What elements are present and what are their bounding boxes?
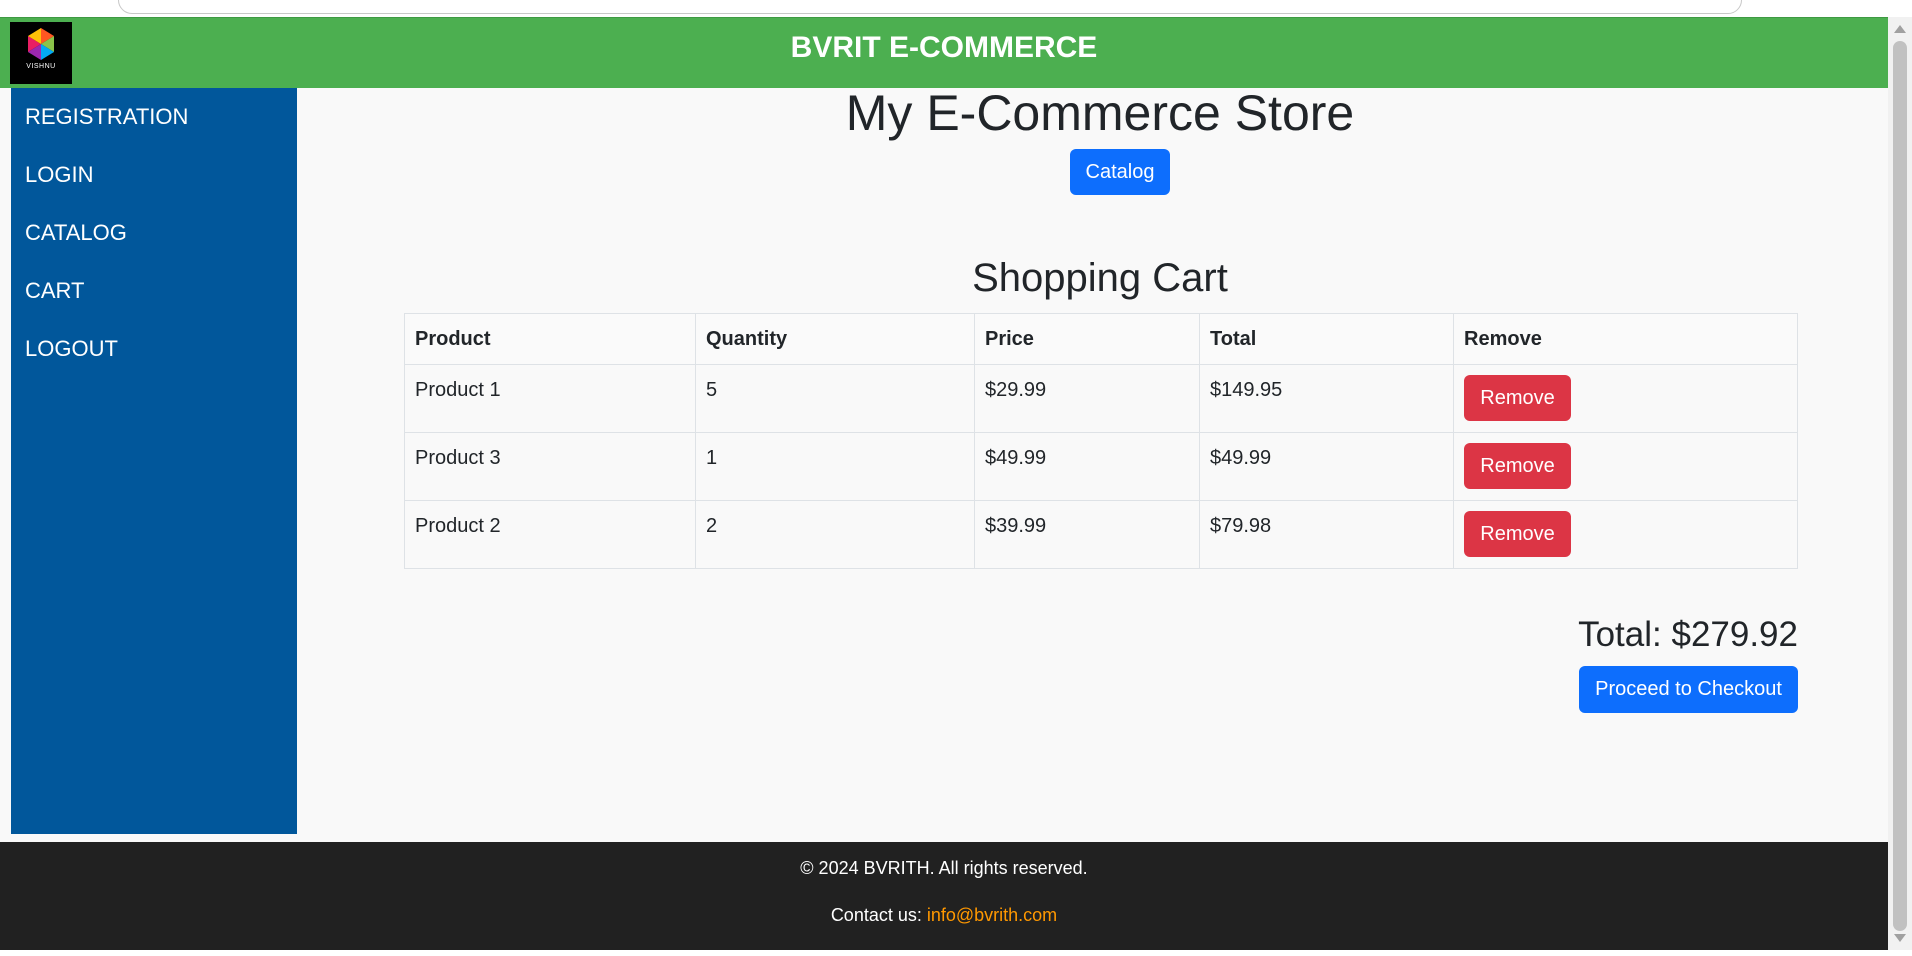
sidebar-item-cart[interactable]: CART [11,262,297,320]
remove-button[interactable]: Remove [1464,375,1571,421]
cell-quantity: 2 [695,500,975,569]
cell-product: Product 1 [404,364,696,433]
vertical-scrollbar[interactable] [1888,17,1912,950]
product-name: Product 1 [415,379,501,401]
site-header: VISHNU BVRIT E-COMMERCE [0,17,1888,88]
sidebar-item-catalog[interactable]: CATALOG [11,204,297,262]
cell-quantity: 5 [695,364,975,433]
cell-total: $49.99 [1199,432,1454,501]
cell-quantity: 1 [695,432,975,501]
quantity-value: 2 [706,515,718,537]
address-bar[interactable] [118,0,1742,14]
table-row: Product 2 2 $39.99 $79.98 Remove [404,500,1798,569]
line-total-value: $79.98 [1210,515,1272,537]
checkout-button[interactable]: Proceed to Checkout [1579,666,1798,713]
column-header-price: Price [974,313,1200,365]
cell-price: $29.99 [974,364,1200,433]
price-value: $49.99 [985,447,1047,469]
scrollbar-thumb[interactable] [1893,41,1907,931]
site-footer: © 2024 BVRITH. All rights reserved. Cont… [0,842,1888,950]
cell-product: Product 3 [404,432,696,501]
sidebar-item-login[interactable]: LOGIN [11,146,297,204]
cell-remove: Remove [1453,364,1798,433]
line-total-value: $49.99 [1210,447,1272,469]
table-header-row: Product Quantity Price Total Remove [404,313,1798,365]
contact-line: Contact us: info@bvrith.com [0,905,1888,926]
cell-total: $149.95 [1199,364,1454,433]
main-content: My E-Commerce Store Catalog Shopping Car… [300,85,1888,834]
table-row: Product 3 1 $49.99 $49.99 Remove [404,432,1798,501]
remove-button[interactable]: Remove [1464,443,1571,489]
cell-remove: Remove [1453,432,1798,501]
cart-total: Total: $279.92 [1578,615,1798,654]
column-header-quantity: Quantity [695,313,975,365]
product-name: Product 3 [415,447,501,469]
site-title: BVRIT E-COMMERCE [790,31,1098,64]
table-row: Product 1 5 $29.99 $149.95 Remove [404,364,1798,433]
scroll-down-icon[interactable] [1894,934,1906,942]
scroll-up-icon[interactable] [1894,25,1906,33]
cell-price: $49.99 [974,432,1200,501]
contact-email-link[interactable]: info@bvrith.com [927,905,1057,925]
column-header-product: Product [404,313,696,365]
cell-remove: Remove [1453,500,1798,569]
cell-price: $39.99 [974,500,1200,569]
quantity-value: 5 [706,379,718,401]
cell-total: $79.98 [1199,500,1454,569]
copyright-text: © 2024 BVRITH. All rights reserved. [800,858,1088,878]
catalog-button[interactable]: Catalog [1070,149,1170,195]
quantity-value: 1 [706,447,718,469]
cart-heading: Shopping Cart [972,256,1228,300]
browser-chrome-strip [0,0,1912,18]
line-total-value: $149.95 [1210,379,1283,401]
remove-button[interactable]: Remove [1464,511,1571,557]
column-header-total: Total [1199,313,1454,365]
price-value: $39.99 [985,515,1047,537]
price-value: $29.99 [985,379,1047,401]
cart-table: Product Quantity Price Total Remove Prod… [404,313,1798,569]
page-title: My E-Commerce Store [845,85,1355,141]
column-header-remove: Remove [1453,313,1798,365]
cell-product: Product 2 [404,500,696,569]
sidebar-item-registration[interactable]: REGISTRATION [11,88,297,146]
sidebar-nav: REGISTRATION LOGIN CATALOG CART LOGOUT [11,88,297,834]
sidebar-item-logout[interactable]: LOGOUT [11,320,297,378]
contact-label: Contact us: [830,905,927,925]
product-name: Product 2 [415,515,501,537]
window-bottom-edge [0,950,1912,956]
